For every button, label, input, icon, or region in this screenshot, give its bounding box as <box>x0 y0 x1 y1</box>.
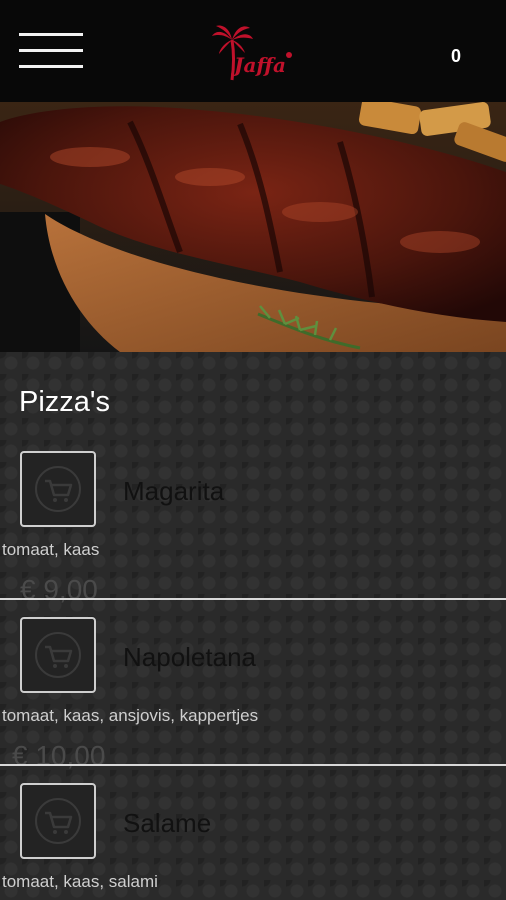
menu-content: Pizza's Magarita tomaat, kaas € 9,00 Nap… <box>0 352 506 900</box>
item-thumbnail[interactable] <box>20 617 96 693</box>
menu-item[interactable]: Salame tomaat, kaas, salami <box>0 766 506 900</box>
cart-icon <box>35 632 81 678</box>
jaffa-logo[interactable]: Jaffa <box>210 22 296 84</box>
item-name[interactable]: Salame <box>123 808 211 839</box>
item-thumbnail[interactable] <box>20 783 96 859</box>
menu-item[interactable]: Napoletana tomaat, kaas, ansjovis, kappe… <box>0 600 506 771</box>
menu-item[interactable]: Magarita tomaat, kaas € 9,00 <box>0 434 506 605</box>
hamburger-line <box>19 49 83 52</box>
cart-count[interactable]: 0 <box>440 46 472 67</box>
hamburger-menu-icon[interactable] <box>19 33 83 69</box>
cart-icon <box>35 798 81 844</box>
item-description: tomaat, kaas, ansjovis, kappertjes <box>2 706 259 725</box>
top-bar: Jaffa 0 <box>0 0 506 102</box>
item-description: tomaat, kaas, salami <box>2 872 158 891</box>
hamburger-line <box>19 65 83 68</box>
item-name[interactable]: Magarita <box>123 476 224 507</box>
svg-text:Jaffa: Jaffa <box>230 53 286 77</box>
hamburger-line <box>19 33 83 36</box>
item-name[interactable]: Napoletana <box>123 642 256 673</box>
item-description: tomaat, kaas <box>2 540 100 559</box>
item-thumbnail[interactable] <box>20 451 96 527</box>
hero-image <box>0 102 506 352</box>
section-title: Pizza's <box>19 386 110 418</box>
cart-icon <box>35 466 81 512</box>
